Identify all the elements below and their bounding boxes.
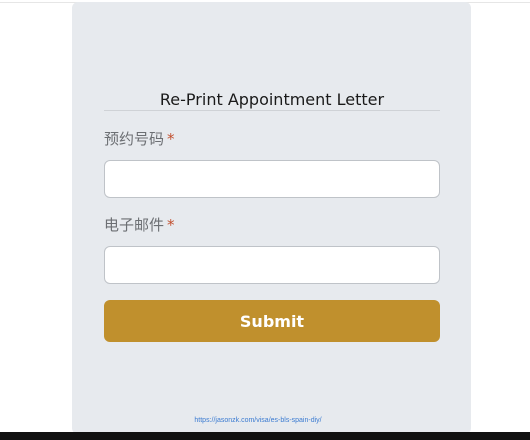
appointment-number-label: 预约号码 *: [104, 129, 175, 149]
appointment-number-label-text: 预约号码: [104, 130, 165, 148]
submit-button[interactable]: Submit: [104, 300, 440, 342]
email-input[interactable]: [104, 246, 440, 284]
page-title: Re-Print Appointment Letter: [159, 90, 385, 109]
email-label-text: 电子邮件: [104, 216, 165, 234]
required-marker: *: [167, 216, 175, 234]
title-divider: [104, 110, 440, 111]
footer-url-link[interactable]: https://jasonzk.com/visa/es-bls-spain-di…: [72, 417, 444, 424]
required-marker: *: [167, 130, 175, 148]
email-label: 电子邮件 *: [104, 215, 175, 235]
appointment-number-input[interactable]: [104, 160, 440, 198]
bottom-bar: [0, 432, 530, 440]
